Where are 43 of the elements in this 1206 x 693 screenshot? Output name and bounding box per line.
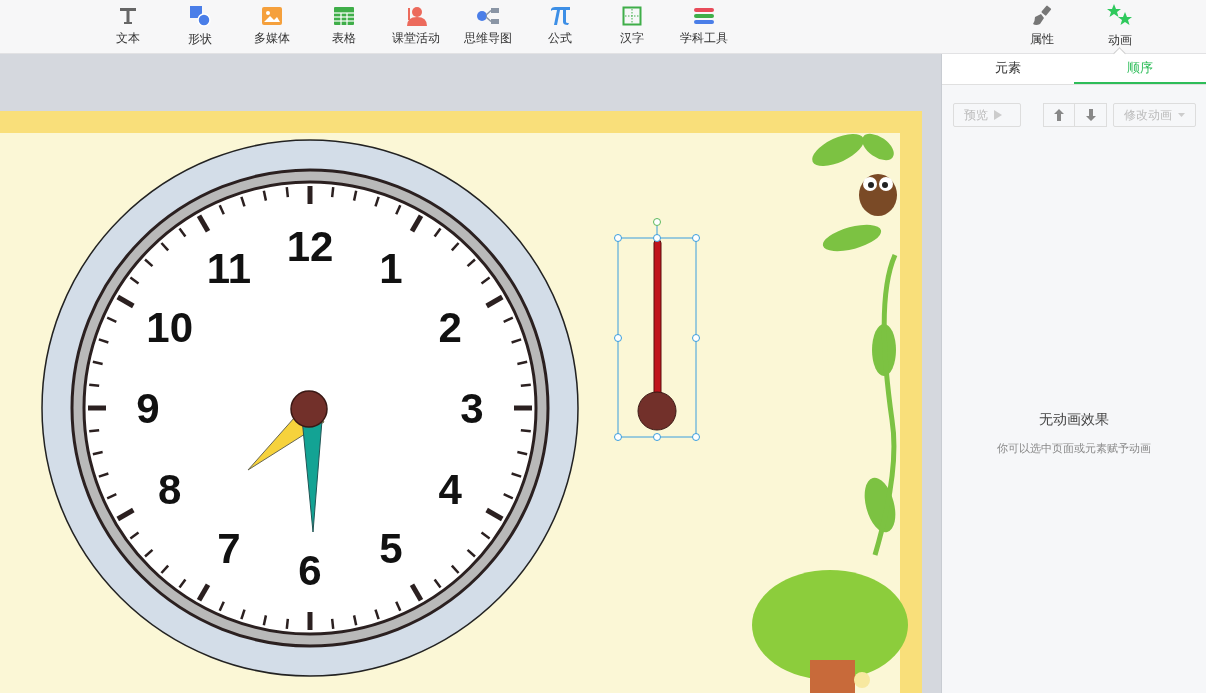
clock-number: 5 bbox=[379, 525, 403, 573]
empty-state-hint: 你可以选中页面或元素赋予动画 bbox=[997, 441, 1151, 456]
person-icon bbox=[405, 6, 427, 26]
move-up-button[interactable] bbox=[1043, 103, 1075, 127]
clock-number: 8 bbox=[158, 466, 182, 513]
toolbar-button[interactable]: 思维导图 bbox=[452, 0, 524, 53]
up-arrow-icon bbox=[1054, 109, 1064, 121]
clock-number: 12 bbox=[286, 223, 334, 270]
clock-number: 3 bbox=[460, 385, 484, 432]
panel-tab[interactable]: 属性 bbox=[1003, 0, 1081, 53]
owl-drawing bbox=[859, 174, 897, 216]
dropdown-caret-icon bbox=[1178, 113, 1185, 117]
mind-map-icon bbox=[476, 6, 500, 26]
toolbar-button[interactable]: 表格 bbox=[308, 0, 380, 53]
grid-square-icon bbox=[622, 6, 642, 26]
table-icon bbox=[333, 6, 355, 26]
panel-subtab[interactable]: 元素 bbox=[942, 54, 1074, 84]
toolbar-button[interactable]: 学科工具 bbox=[668, 0, 740, 53]
down-arrow-icon bbox=[1085, 109, 1096, 121]
clock-number: 7 bbox=[217, 525, 241, 573]
text-tool-icon bbox=[118, 6, 138, 26]
shapes-icon bbox=[189, 5, 211, 27]
toolbar-button[interactable]: 文本 bbox=[92, 0, 164, 53]
clock-number: 10 bbox=[146, 304, 194, 351]
clock-number: 1 bbox=[379, 244, 403, 292]
empty-state-title: 无动画效果 bbox=[1039, 411, 1109, 429]
toolbar-button[interactable]: 公式 bbox=[524, 0, 596, 53]
books-icon bbox=[692, 6, 716, 26]
toolbar-button[interactable]: 多媒体 bbox=[236, 0, 308, 53]
toolbar-button[interactable]: 课堂活动 bbox=[380, 0, 452, 53]
clock-number: 6 bbox=[298, 547, 322, 594]
clock-number: 9 bbox=[136, 385, 160, 432]
clock-number: 2 bbox=[438, 304, 462, 351]
selection-frame[interactable] bbox=[614, 218, 700, 441]
toolbar-button[interactable]: 形状 bbox=[164, 0, 236, 53]
brush-icon bbox=[1031, 5, 1053, 27]
clock-number: 11 bbox=[206, 244, 252, 292]
play-icon bbox=[994, 110, 1002, 120]
toolbar-button[interactable]: 汉字 bbox=[596, 0, 668, 53]
pi-icon bbox=[549, 6, 571, 26]
move-down-button[interactable] bbox=[1075, 103, 1107, 127]
image-icon bbox=[261, 6, 283, 26]
clock-number: 4 bbox=[438, 466, 462, 513]
